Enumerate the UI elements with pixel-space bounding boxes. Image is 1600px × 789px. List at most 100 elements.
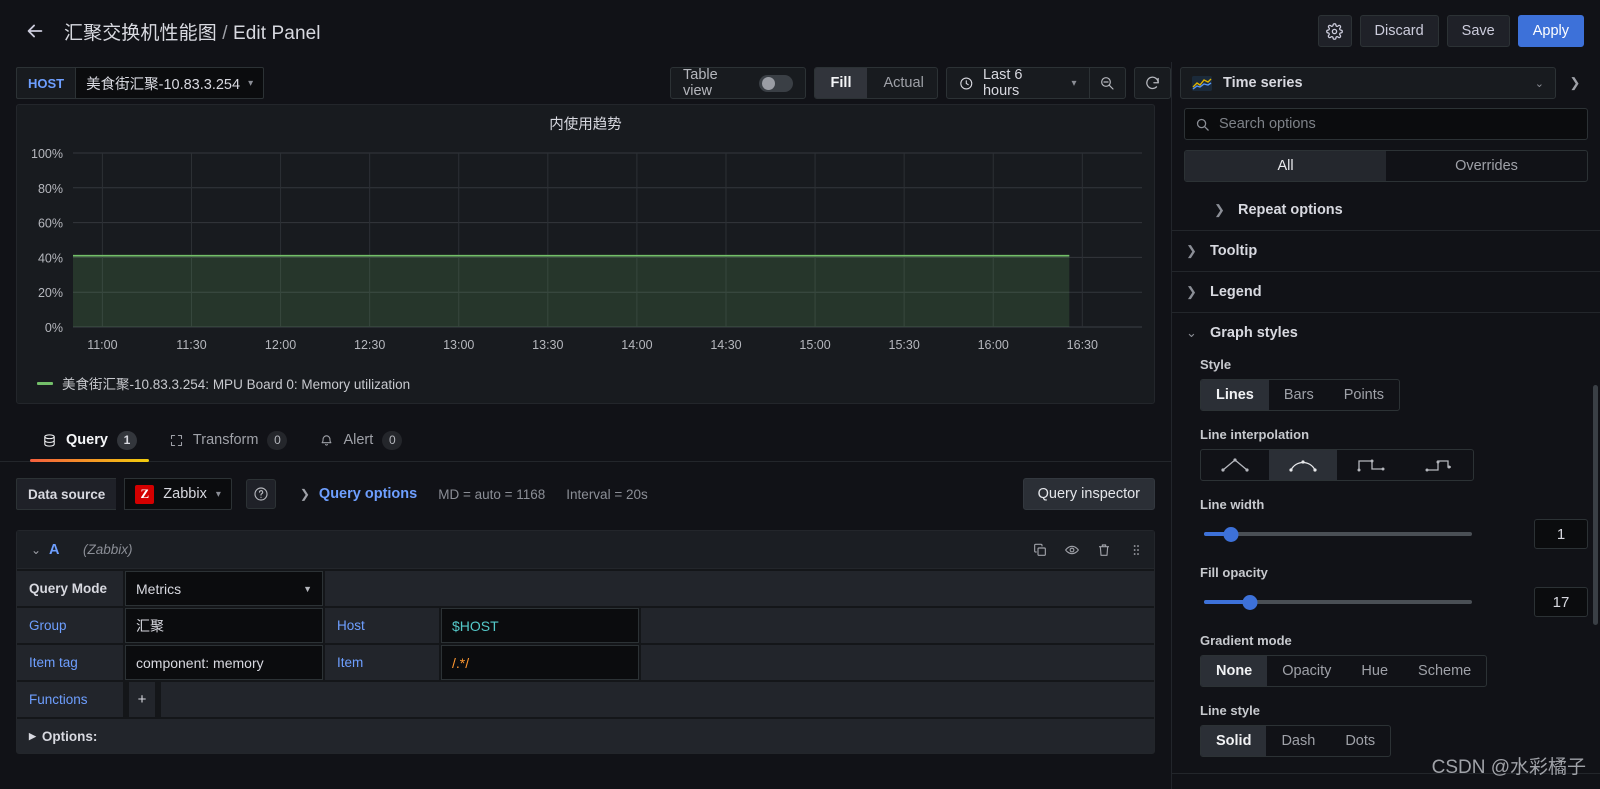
tab-alert[interactable]: Alert 0	[307, 419, 414, 461]
variable-value-host: 美食街汇聚-10.83.3.254	[86, 76, 241, 93]
panel-settings-button[interactable]	[1317, 15, 1352, 47]
trash-icon[interactable]	[1096, 542, 1112, 558]
option-group-title: Graph styles	[1210, 325, 1298, 341]
option-group-header-repeat-options[interactable]: ❯ Repeat options	[1172, 190, 1600, 230]
option-group-header-tooltip[interactable]: ❯ Tooltip	[1172, 231, 1600, 271]
datasource-help-button[interactable]	[245, 479, 276, 509]
option-group-header-legend[interactable]: ❯ Legend	[1172, 272, 1600, 312]
table-view-switch[interactable]	[759, 74, 793, 92]
visualization-picker[interactable]: Time series ⌄	[1180, 67, 1556, 99]
search-options-box[interactable]	[1184, 108, 1588, 140]
time-range-picker[interactable]: Last 6 hours ▾	[947, 68, 1088, 98]
style-radio-group: Lines Bars Points	[1200, 379, 1401, 411]
x-axis-tick-label: 14:30	[710, 338, 741, 352]
legend-series-label[interactable]: 美食街汇聚-10.83.3.254: MPU Board 0: Memory u…	[62, 373, 410, 393]
arrow-left-icon	[27, 24, 43, 38]
segment-actual[interactable]: Actual	[867, 68, 937, 98]
y-axis-tick-label: 80%	[38, 182, 63, 196]
discard-button[interactable]: Discard	[1359, 15, 1439, 47]
line-style-option-solid[interactable]: Solid	[1201, 726, 1267, 756]
gradient-option-opacity[interactable]: Opacity	[1267, 656, 1346, 686]
options-scrollbar[interactable]	[1593, 385, 1598, 625]
slider-track	[1204, 532, 1472, 536]
refresh-button[interactable]	[1133, 67, 1171, 99]
search-options-input[interactable]	[1219, 116, 1577, 132]
query-options-toggle[interactable]: ❯ Query options MD = auto = 1168 Interva…	[300, 486, 648, 502]
time-series-glyph	[1192, 75, 1212, 91]
field-input-group[interactable]: 汇聚	[125, 608, 323, 643]
gradient-option-scheme[interactable]: Scheme	[1403, 656, 1486, 686]
query-field-row: Functions +	[17, 682, 1154, 717]
field-input-item[interactable]: /.*/	[441, 645, 639, 680]
apply-button[interactable]: Apply	[1517, 15, 1584, 47]
legend-color-swatch[interactable]	[37, 381, 53, 385]
query-row-actions	[1032, 542, 1144, 558]
back-button[interactable]	[18, 14, 52, 48]
interpolation-option-smooth[interactable]	[1269, 450, 1337, 480]
tab-query[interactable]: Query 1	[30, 419, 149, 462]
duplicate-icon[interactable]	[1032, 542, 1048, 558]
query-ref-id[interactable]: A	[49, 542, 83, 558]
chevron-right-icon: ❯	[1186, 284, 1197, 299]
options-pane: Time series ⌄ ❯ All Overrides	[1171, 62, 1600, 789]
tab-alert-label: Alert	[343, 432, 374, 448]
query-options-expander[interactable]: ▶ Options:	[17, 719, 1154, 753]
panel-preview: 内使用趋势 0% 20% 40% 60% 80% 100% 11:00 11:30 12:00 1…	[16, 104, 1155, 404]
add-function-button[interactable]: +	[129, 682, 155, 717]
line-style-option-dots[interactable]: Dots	[1330, 726, 1390, 756]
interpolation-option-step-before[interactable]	[1337, 450, 1405, 480]
interpolation-option-linear[interactable]	[1201, 450, 1269, 480]
interpolation-option-step-after[interactable]	[1405, 450, 1473, 480]
eye-icon[interactable]	[1064, 542, 1080, 558]
query-datasource-name: (Zabbix)	[83, 542, 133, 557]
tab-all[interactable]: All	[1185, 151, 1386, 181]
refresh-icon	[1146, 76, 1159, 89]
option-group-header-graph-styles[interactable]: ⌄ Graph styles	[1172, 313, 1600, 353]
chevron-right-icon: ❯	[1186, 243, 1197, 258]
y-axis-tick-label: 0%	[45, 321, 63, 335]
gradient-option-none[interactable]: None	[1201, 656, 1268, 686]
clock-icon	[960, 76, 973, 90]
field-input-host[interactable]: $HOST	[441, 608, 639, 643]
top-bar-actions: Discard Save Apply	[1317, 15, 1584, 47]
chart-area[interactable]: 0% 20% 40% 60% 80% 100% 11:00 11:30 12:00 12:30 13…	[17, 135, 1154, 403]
style-option-lines[interactable]: Lines	[1201, 380, 1269, 410]
style-option-points[interactable]: Points	[1329, 380, 1399, 410]
drag-handle-icon[interactable]	[1128, 542, 1144, 558]
data-source-picker[interactable]: Z Zabbix ▾	[124, 478, 232, 510]
top-bar: 汇聚交换机性能图 / Edit Panel Discard Save Apply	[0, 0, 1600, 62]
bell-icon	[322, 434, 332, 446]
field-value-group: 汇聚	[136, 617, 164, 634]
field-line-interpolation: Line interpolation	[1200, 427, 1588, 481]
field-label-line-interpolation: Line interpolation	[1200, 427, 1310, 442]
zoom-out-button[interactable]	[1090, 68, 1125, 98]
x-axis-tick-label: 13:30	[532, 338, 563, 352]
option-group-title: Legend	[1210, 284, 1262, 300]
field-value-host: $HOST	[452, 617, 499, 634]
query-inspector-button[interactable]: Query inspector	[1022, 478, 1155, 510]
fill-opacity-slider[interactable]	[1204, 591, 1472, 613]
field-row-filler	[641, 608, 1154, 643]
line-style-option-dash[interactable]: Dash	[1266, 726, 1330, 756]
field-select-query-mode[interactable]: Metrics ▼	[125, 571, 323, 606]
slider-thumb[interactable]	[1242, 594, 1258, 610]
line-width-value[interactable]: 1	[1534, 519, 1588, 549]
fill-opacity-value[interactable]: 17	[1534, 587, 1588, 617]
smooth-icon	[1289, 460, 1317, 472]
collapse-options-pane-button[interactable]: ❯	[1562, 67, 1588, 99]
line-width-slider[interactable]	[1204, 523, 1472, 545]
data-source-value: Zabbix	[163, 486, 207, 502]
field-input-item-tag[interactable]: component: memory	[125, 645, 323, 680]
save-button[interactable]: Save	[1446, 15, 1510, 47]
panel-preview-title: 内使用趋势	[549, 117, 622, 133]
slider-thumb[interactable]	[1223, 526, 1239, 542]
segment-fill[interactable]: Fill	[814, 68, 868, 98]
variable-select-host[interactable]: 美食街汇聚-10.83.3.254 ▾	[75, 67, 265, 99]
line-style-radio-group: Solid Dash Dots	[1200, 725, 1392, 757]
style-option-bars[interactable]: Bars	[1269, 380, 1329, 410]
collapse-query-icon[interactable]: ⌄	[31, 543, 49, 557]
tab-overrides[interactable]: Overrides	[1386, 151, 1587, 181]
gradient-option-hue[interactable]: Hue	[1346, 656, 1403, 686]
tab-transform[interactable]: Transform 0	[157, 419, 300, 461]
dashboard-title[interactable]: 汇聚交换机性能图	[64, 23, 217, 44]
